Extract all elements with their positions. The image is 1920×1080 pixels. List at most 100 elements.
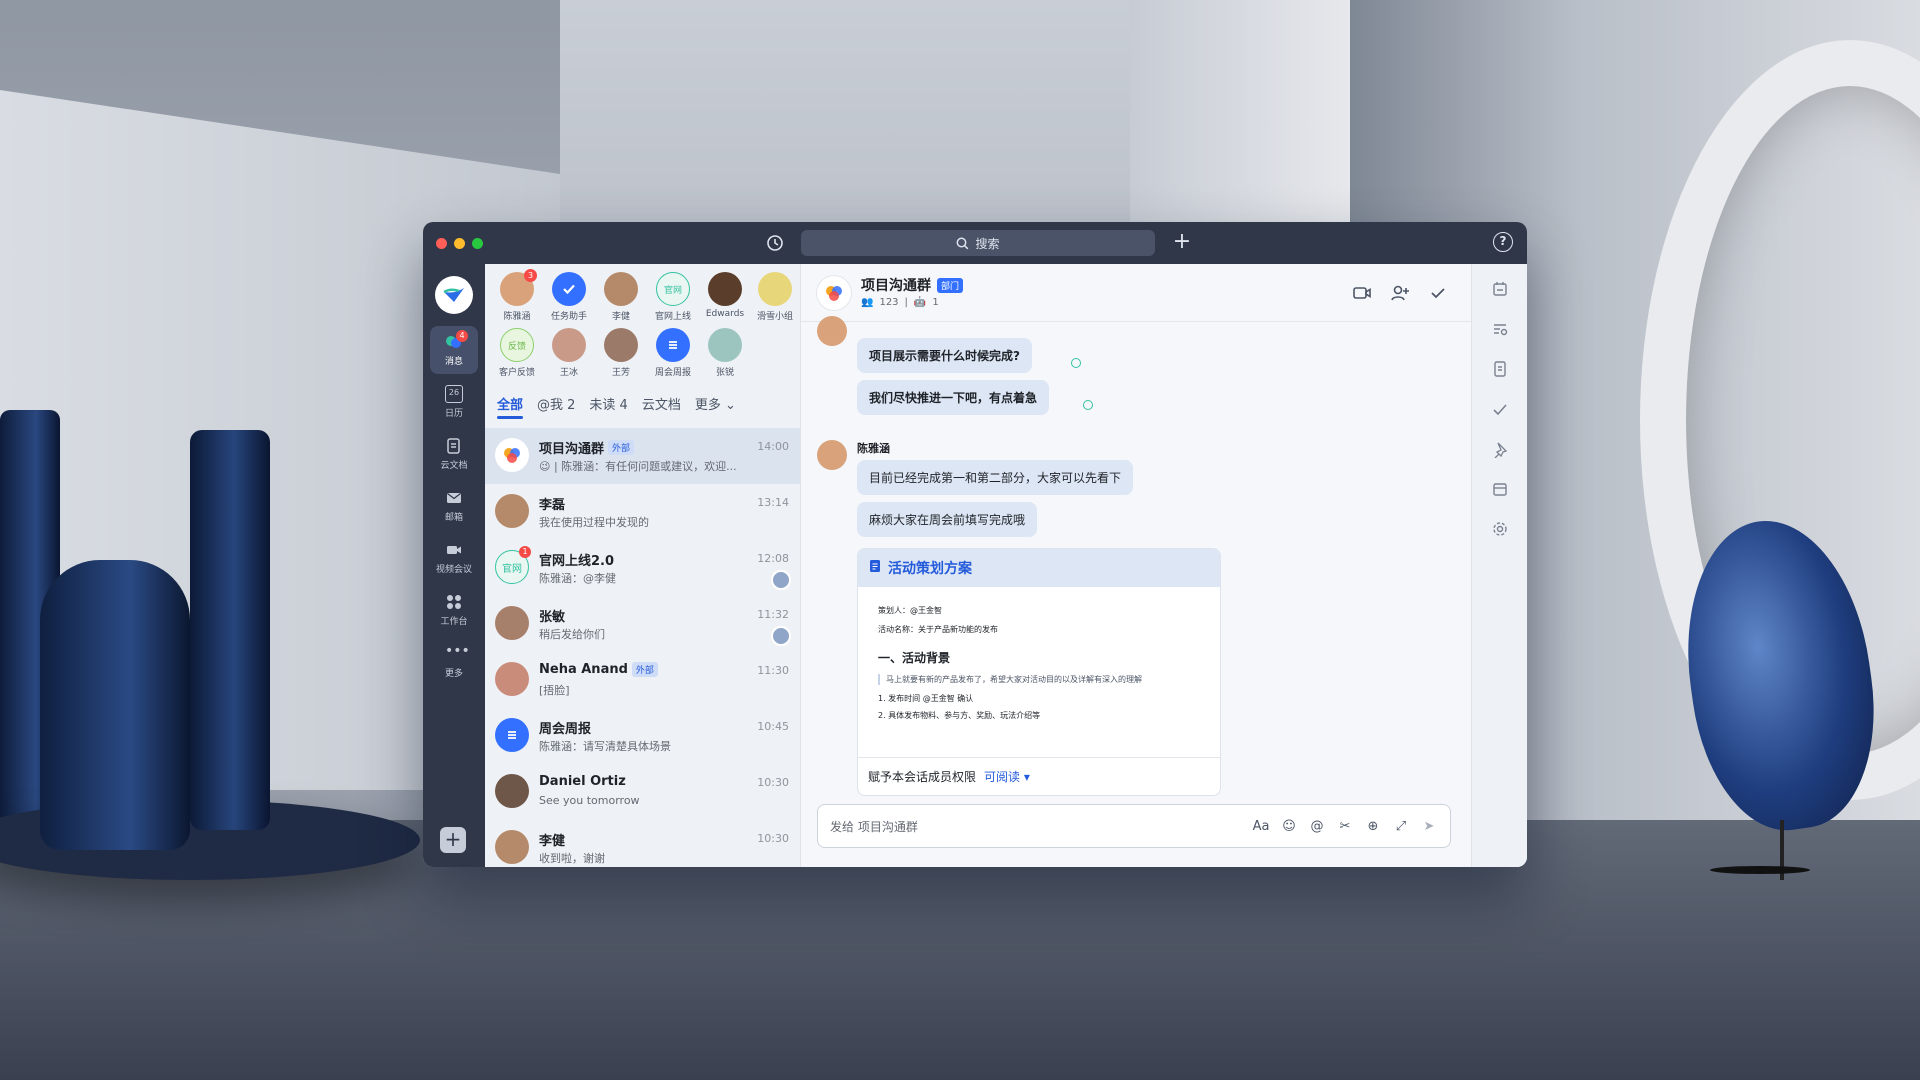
pinned-contact[interactable]: 反馈 客户反馈 [491, 328, 543, 378]
nav-messages[interactable]: 消息 4 [430, 326, 478, 374]
tab-docs[interactable]: 云文档 [642, 394, 681, 419]
add-app-button[interactable]: + [440, 827, 466, 853]
caret-down-icon: ▾ [1020, 770, 1030, 784]
bot-icon: 🤖 [913, 297, 927, 308]
tab-mentions[interactable]: @我 2 [537, 394, 575, 419]
avatar: 3 [500, 269, 537, 306]
pin-icon[interactable] [1491, 440, 1509, 459]
reader-avatar [771, 626, 791, 646]
chat-time: 11:32 [757, 608, 789, 621]
member-count[interactable]: 123 [879, 297, 898, 308]
external-tag: 外部 [631, 662, 658, 677]
nav-messages-label: 消息 [444, 357, 463, 367]
group-avatar[interactable] [817, 276, 851, 310]
files-icon[interactable] [1491, 360, 1509, 378]
add-circle-icon[interactable]: ⊕ [1364, 817, 1382, 835]
avatar-text: 官网 [663, 285, 682, 296]
profile-avatar[interactable] [435, 276, 473, 314]
message-bubble[interactable]: 我们尽快推进一下吧，有点着急 [857, 380, 1050, 415]
external-tag: 外部 [608, 440, 635, 455]
docs-icon [445, 437, 463, 455]
pinned-contact[interactable]: 王冰 [543, 328, 595, 378]
settings-icon[interactable] [1491, 520, 1509, 538]
close-window-button[interactable] [436, 237, 447, 249]
doc-card[interactable]: 活动策划方案 策划人：@王金智 活动名称：关于产品新功能的发布 一、活动背景 马… [857, 548, 1221, 796]
chat-preview: 收到啦，谢谢 [539, 852, 605, 865]
pinned-contact[interactable]: 官网 官网上线 [647, 272, 699, 322]
list-item[interactable]: 李健 收到啦，谢谢 10:30 [485, 820, 800, 867]
list-item[interactable]: 周会周报 陈雅涵：请写清楚具体场景 10:45 [485, 708, 800, 764]
message-bubble[interactable]: 目前已经完成第一和第二部分，大家可以先看下 [857, 460, 1134, 495]
chat-title: 李磊 [539, 498, 566, 513]
pinned-contact[interactable]: 任务助手 [543, 272, 595, 322]
board-icon[interactable] [1491, 280, 1509, 298]
message-bubble[interactable]: 项目展示需要什么时候完成? [857, 338, 1032, 373]
avatar: 反馈 [500, 328, 534, 362]
message-composer[interactable]: 发给 项目沟通群 Aa ☺ @ ✂ ⊕ ⤢ ➤ [817, 804, 1451, 848]
chat-list: 项目沟通群 外部 😉 | 陈雅涵：有任何问题或建议，欢迎... 14:00 李磊… [485, 428, 800, 867]
composer-tools: Aa ☺ @ ✂ ⊕ ⤢ ➤ [1252, 817, 1438, 835]
add-member-icon[interactable] [1389, 282, 1411, 304]
avatar [604, 272, 638, 306]
send-icon[interactable]: ➤ [1420, 817, 1438, 835]
doc-icon [868, 559, 882, 577]
nav-more[interactable]: ••• 更多 [430, 638, 478, 686]
task-check-icon[interactable] [1491, 400, 1509, 418]
pinned-contact[interactable]: 滑雪小组 [749, 272, 800, 322]
bot-count[interactable]: 1 [932, 297, 938, 308]
nav-docs-label: 云文档 [440, 461, 468, 471]
nav-workplace-label: 工作台 [440, 617, 468, 627]
list-item[interactable]: 张敏 稍后发给你们 11:32 [485, 596, 800, 652]
pinned-contact[interactable]: 王芳 [595, 328, 647, 378]
calendar-event-icon[interactable] [1491, 480, 1509, 498]
list-item[interactable]: 李磊 我在使用过程中发现的 13:14 [485, 484, 800, 540]
pin-badge: 3 [524, 269, 537, 282]
composer-placeholder[interactable]: 发给 项目沟通群 [830, 818, 1252, 835]
avatar [495, 662, 529, 696]
list-item[interactable]: 官网 1 官网上线2.0 陈雅涵：@李健 12:08 [485, 540, 800, 596]
pinned-contact[interactable]: 张锐 [699, 328, 751, 378]
list-item[interactable]: 项目沟通群 外部 😉 | 陈雅涵：有任何问题或建议，欢迎... 14:00 [485, 428, 800, 484]
tab-more[interactable]: 更多 ⌄ [695, 394, 736, 419]
pinned-contact[interactable]: 李健 [595, 272, 647, 322]
expand-icon[interactable]: ⤢ [1392, 817, 1410, 835]
tab-all[interactable]: 全部 [497, 394, 524, 419]
list-item[interactable]: Neha Anand 外部 [捂脸] 11:30 [485, 652, 800, 708]
message-bubble[interactable]: 麻烦大家在周会前填写完成哦 [857, 502, 1038, 537]
emoji-icon[interactable]: ☺ [1280, 817, 1298, 835]
nav-docs[interactable]: 云文档 [430, 430, 478, 478]
app-window: 搜索 + ? 消息 4 26 日历 云文档 邮箱 视频会议 工作台 ••• 更多… [423, 222, 1527, 867]
create-button[interactable]: + [1171, 231, 1193, 254]
pinned-contact[interactable]: 3 陈雅涵 [491, 269, 543, 322]
avatar [817, 316, 847, 346]
chat-preview: 我在使用过程中发现的 [539, 516, 649, 529]
pinned-contact[interactable]: 周会周报 [647, 328, 699, 378]
nav-calendar[interactable]: 26 日历 [430, 378, 478, 426]
search-bar[interactable]: 搜索 [801, 230, 1155, 256]
nav-mail-label: 邮箱 [444, 513, 463, 523]
nav-video[interactable]: 视频会议 [430, 534, 478, 582]
video-call-icon[interactable] [1351, 282, 1373, 304]
window-controls [436, 237, 483, 249]
help-button[interactable]: ? [1493, 232, 1513, 252]
list-item[interactable]: Daniel Ortiz See you tomorrow 10:30 [485, 764, 800, 820]
chat-time: 13:14 [757, 496, 789, 509]
minimize-window-button[interactable] [454, 237, 465, 249]
nav-workplace[interactable]: 工作台 [430, 586, 478, 634]
mention-icon[interactable]: @ [1308, 817, 1326, 835]
scissors-icon[interactable]: ✂ [1336, 817, 1354, 835]
unread-badge: 1 [519, 546, 531, 558]
tab-unread[interactable]: 未读 4 [589, 394, 627, 419]
nav-mail[interactable]: 邮箱 [430, 482, 478, 530]
history-icon[interactable] [765, 233, 785, 253]
avatar-text: 反馈 [507, 341, 526, 352]
permission-dropdown[interactable]: 可阅读 ▾ [984, 768, 1030, 785]
search-messages-icon[interactable] [1491, 320, 1509, 338]
text-format-icon[interactable]: Aa [1252, 817, 1270, 835]
zoom-window-button[interactable] [472, 237, 483, 249]
check-icon[interactable] [1427, 282, 1449, 304]
pinned-contact[interactable]: Edwards [699, 272, 751, 319]
permission-label: 赋予本会话成员权限 [868, 770, 977, 784]
group-name: 项目沟通群 [861, 278, 931, 294]
check-icon [552, 272, 586, 306]
